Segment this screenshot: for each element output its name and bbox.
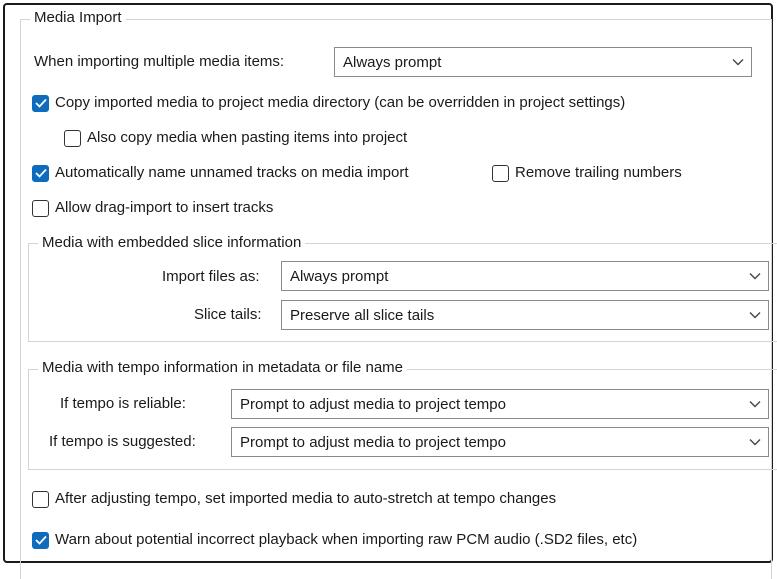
drag-import-label: Allow drag-import to insert tracks: [55, 199, 274, 216]
warn-pcm-label: Warn about potential incorrect playback …: [55, 531, 638, 548]
copy-media-checkbox[interactable]: [32, 94, 49, 112]
tempo-suggested-label: If tempo is suggested:: [49, 433, 196, 450]
media-import-group-title: Media Import: [30, 9, 126, 27]
slice-tails-select[interactable]: Preserve all slice tails: [281, 300, 769, 330]
chevron-down-icon: [742, 400, 768, 408]
slice-tails-label: Slice tails:: [194, 306, 262, 323]
copy-paste-checkbox[interactable]: [64, 129, 81, 147]
tempo-group-title: Media with tempo information in metadata…: [38, 359, 408, 377]
slice-tails-value: Preserve all slice tails: [290, 306, 435, 324]
checkmark-icon: [34, 535, 47, 545]
multiple-items-label: When importing multiple media items:: [34, 53, 285, 70]
multiple-items-value: Always prompt: [343, 53, 442, 71]
chevron-down-icon: [742, 311, 768, 319]
after-tempo-checkbox[interactable]: [32, 490, 49, 508]
auto-name-row[interactable]: Automatically name unnamed tracks on med…: [32, 163, 409, 183]
import-as-row: Import files as:: [162, 267, 260, 287]
drag-import-checkbox[interactable]: [32, 199, 49, 217]
slice-tails-row: Slice tails:: [194, 305, 262, 325]
warn-pcm-row[interactable]: Warn about potential incorrect playback …: [32, 530, 637, 550]
multiple-items-select[interactable]: Always prompt: [334, 47, 752, 77]
tempo-reliable-select[interactable]: Prompt to adjust media to project tempo: [231, 389, 769, 419]
tempo-reliable-row: If tempo is reliable:: [60, 394, 186, 414]
auto-name-checkbox[interactable]: [32, 164, 49, 182]
tempo-suggested-select[interactable]: Prompt to adjust media to project tempo: [231, 427, 769, 457]
import-as-value: Always prompt: [290, 267, 389, 285]
checkmark-icon: [34, 168, 47, 178]
multiple-items-row: When importing multiple media items:: [34, 52, 284, 72]
drag-import-row[interactable]: Allow drag-import to insert tracks: [32, 198, 273, 218]
checkmark-icon: [34, 98, 47, 108]
remove-trailing-checkbox[interactable]: [492, 164, 509, 182]
slice-group-title: Media with embedded slice information: [38, 234, 306, 252]
copy-paste-row[interactable]: Also copy media when pasting items into …: [64, 128, 407, 148]
tempo-reliable-label: If tempo is reliable:: [60, 395, 186, 412]
chevron-down-icon: [742, 272, 768, 280]
import-as-select[interactable]: Always prompt: [281, 261, 769, 291]
remove-trailing-row[interactable]: Remove trailing numbers: [492, 163, 682, 183]
warn-pcm-checkbox[interactable]: [32, 531, 49, 549]
remove-trailing-label: Remove trailing numbers: [515, 164, 682, 181]
tempo-reliable-value: Prompt to adjust media to project tempo: [240, 395, 506, 413]
chevron-down-icon: [725, 58, 751, 66]
import-as-label: Import files as:: [162, 268, 260, 285]
after-tempo-label: After adjusting tempo, set imported medi…: [55, 490, 557, 507]
after-tempo-row[interactable]: After adjusting tempo, set imported medi…: [32, 489, 556, 509]
copy-media-row[interactable]: Copy imported media to project media dir…: [32, 93, 625, 113]
tempo-suggested-row: If tempo is suggested:: [49, 432, 196, 452]
auto-name-label: Automatically name unnamed tracks on med…: [55, 164, 409, 181]
chevron-down-icon: [742, 438, 768, 446]
copy-media-label: Copy imported media to project media dir…: [55, 94, 626, 111]
copy-paste-label: Also copy media when pasting items into …: [87, 129, 408, 146]
tempo-suggested-value: Prompt to adjust media to project tempo: [240, 433, 506, 451]
